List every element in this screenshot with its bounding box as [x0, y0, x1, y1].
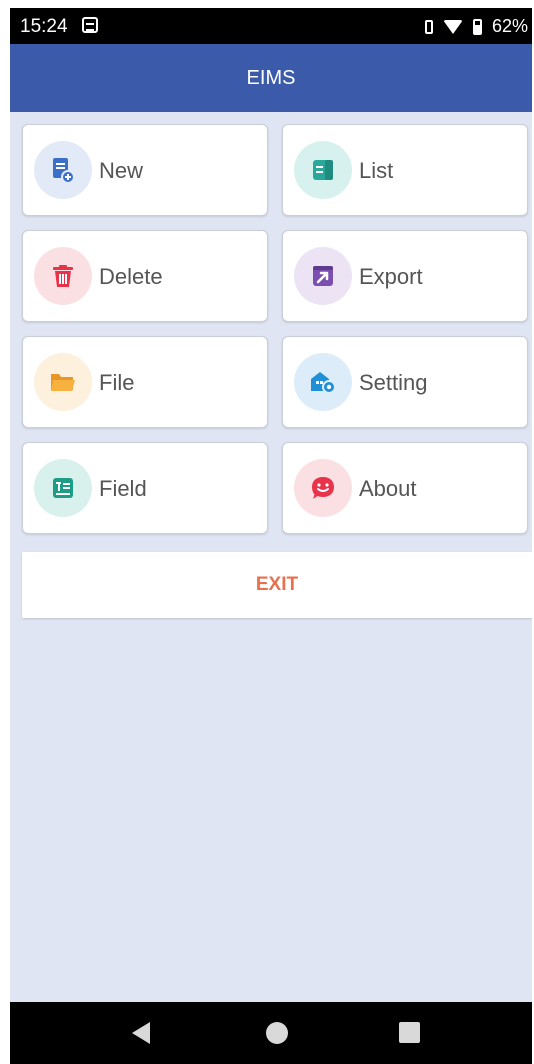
- menu-tile-file[interactable]: File: [22, 336, 268, 428]
- menu-icon-circle: [34, 353, 92, 411]
- status-time: 15:24: [20, 16, 68, 37]
- menu-icon-circle: [34, 247, 92, 305]
- menu-icon-circle: [294, 141, 352, 199]
- folder-icon: [51, 374, 75, 391]
- field-icon: [53, 478, 73, 498]
- menu-icon-circle: [34, 459, 92, 517]
- menu-label: Export: [359, 264, 423, 289]
- menu-icon-circle: [294, 459, 352, 517]
- menu-tile-setting[interactable]: Setting: [282, 336, 528, 428]
- menu-icon-circle: [294, 353, 352, 411]
- app-bar: EIMS: [10, 44, 532, 112]
- about-icon: [312, 477, 334, 499]
- navigation-bar: [10, 1002, 532, 1064]
- back-icon[interactable]: [132, 1022, 150, 1044]
- status-indicators: 62%: [424, 16, 528, 37]
- menu-label: New: [99, 158, 144, 183]
- home-icon[interactable]: [266, 1022, 288, 1044]
- battery-percentage: 62%: [491, 16, 528, 36]
- menu-icon-circle: [34, 141, 92, 199]
- export-icon: [313, 266, 333, 286]
- menu-label: List: [359, 158, 394, 183]
- new-document-icon: [53, 158, 75, 184]
- battery-icon: [472, 18, 482, 35]
- exit-button[interactable]: EXIT: [22, 552, 532, 618]
- list-icon: [313, 160, 333, 180]
- menu-label: Field: [99, 476, 147, 501]
- app-title: EIMS: [246, 66, 296, 89]
- menu-tile-field[interactable]: Field: [22, 442, 268, 534]
- phone-screen: 15:24 62% EIMS New List Delete Export Fi…: [10, 8, 532, 1064]
- status-bar: 15:24 62%: [10, 8, 532, 44]
- menu-tile-new[interactable]: New: [22, 124, 268, 216]
- menu-tile-list[interactable]: List: [282, 124, 528, 216]
- menu-tile-export[interactable]: Export: [282, 230, 528, 322]
- exit-label: EXIT: [255, 574, 299, 595]
- menu-label: About: [359, 476, 417, 501]
- vibrate-icon: [424, 19, 433, 34]
- menu-tile-about[interactable]: About: [282, 442, 528, 534]
- menu-tile-delete[interactable]: Delete: [22, 230, 268, 322]
- trash-icon: [53, 265, 73, 287]
- wifi-icon: [442, 19, 463, 34]
- setting-icon: [311, 372, 336, 394]
- screenshot-icon: [82, 17, 98, 33]
- menu-icon-circle: [294, 247, 352, 305]
- recent-apps-icon[interactable]: [399, 1022, 420, 1043]
- menu-label: Delete: [99, 264, 163, 289]
- menu-label: File: [99, 370, 135, 395]
- menu-label: Setting: [359, 370, 428, 395]
